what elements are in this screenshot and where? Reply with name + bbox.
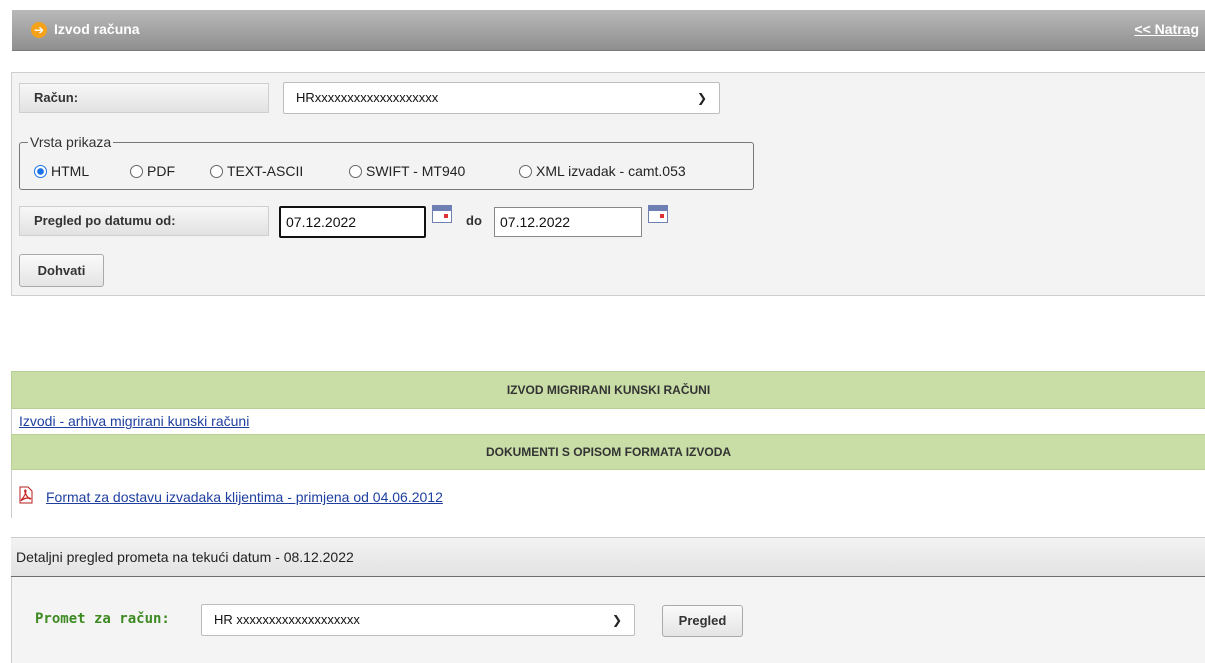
account-select-value: HRxxxxxxxxxxxxxxxxxxx bbox=[296, 90, 439, 105]
detail-section-header: Detaljni pregled prometa na tekući datum… bbox=[11, 537, 1205, 577]
calendar-icon[interactable] bbox=[648, 205, 668, 223]
migrated-section-header: IZVOD MIGRIRANI KUNSKI RAČUNI bbox=[11, 371, 1205, 409]
date-from-input[interactable]: 07.12.2022 bbox=[279, 206, 426, 238]
radio-label: TEXT-ASCII bbox=[227, 163, 304, 179]
account-label: Račun: bbox=[19, 83, 269, 113]
radio-label: XML izvadak - camt.053 bbox=[536, 163, 686, 179]
docs-section-header: DOKUMENTI S OPISOM FORMATA IZVODA bbox=[11, 434, 1205, 470]
format-doc-link[interactable]: Format za dostavu izvadaka klijentima - … bbox=[46, 489, 443, 505]
page-header: ➔ Izvod računa << Natrag bbox=[12, 10, 1205, 51]
radio-swift[interactable]: SWIFT - MT940 bbox=[349, 163, 465, 179]
pdf-icon bbox=[19, 486, 33, 504]
radio-unselected-icon bbox=[130, 165, 143, 178]
date-to-input[interactable]: 07.12.2022 bbox=[494, 207, 642, 237]
display-type-group: Vrsta prikaza HTML PDF TEXT-ASCII SWIFT … bbox=[19, 134, 754, 190]
display-type-legend: Vrsta prikaza bbox=[28, 134, 114, 150]
account-select[interactable]: HRxxxxxxxxxxxxxxxxxxx ❯ bbox=[283, 82, 720, 114]
chevron-down-icon: ❯ bbox=[611, 613, 622, 627]
page-title: Izvod računa bbox=[54, 21, 140, 37]
radio-label: HTML bbox=[51, 163, 90, 179]
date-to-label: do bbox=[466, 213, 482, 228]
radio-text-ascii[interactable]: TEXT-ASCII bbox=[210, 163, 303, 179]
radio-selected-icon bbox=[34, 165, 47, 178]
radio-label: SWIFT - MT940 bbox=[366, 163, 466, 179]
turnover-account-value: HR xxxxxxxxxxxxxxxxxxx bbox=[214, 612, 360, 627]
radio-pdf[interactable]: PDF bbox=[130, 163, 175, 179]
radio-label: PDF bbox=[147, 163, 175, 179]
calendar-icon[interactable] bbox=[432, 205, 452, 223]
radio-unselected-icon bbox=[210, 165, 223, 178]
turnover-account-label: Promet za račun: bbox=[35, 611, 170, 627]
radio-html[interactable]: HTML bbox=[34, 163, 89, 179]
radio-unselected-icon bbox=[349, 165, 362, 178]
radio-unselected-icon bbox=[519, 165, 532, 178]
view-button[interactable]: Pregled bbox=[662, 605, 743, 637]
chevron-down-icon: ❯ bbox=[696, 91, 707, 105]
date-label: Pregled po datumu od: bbox=[19, 206, 269, 236]
fetch-button[interactable]: Dohvati bbox=[19, 254, 104, 287]
radio-xml[interactable]: XML izvadak - camt.053 bbox=[519, 163, 686, 179]
migrated-archive-link[interactable]: Izvodi - arhiva migrirani kunski računi bbox=[19, 413, 249, 429]
turnover-account-select[interactable]: HR xxxxxxxxxxxxxxxxxxx ❯ bbox=[201, 604, 635, 636]
back-link[interactable]: << Natrag bbox=[1134, 21, 1199, 37]
arrow-right-icon: ➔ bbox=[31, 22, 47, 38]
